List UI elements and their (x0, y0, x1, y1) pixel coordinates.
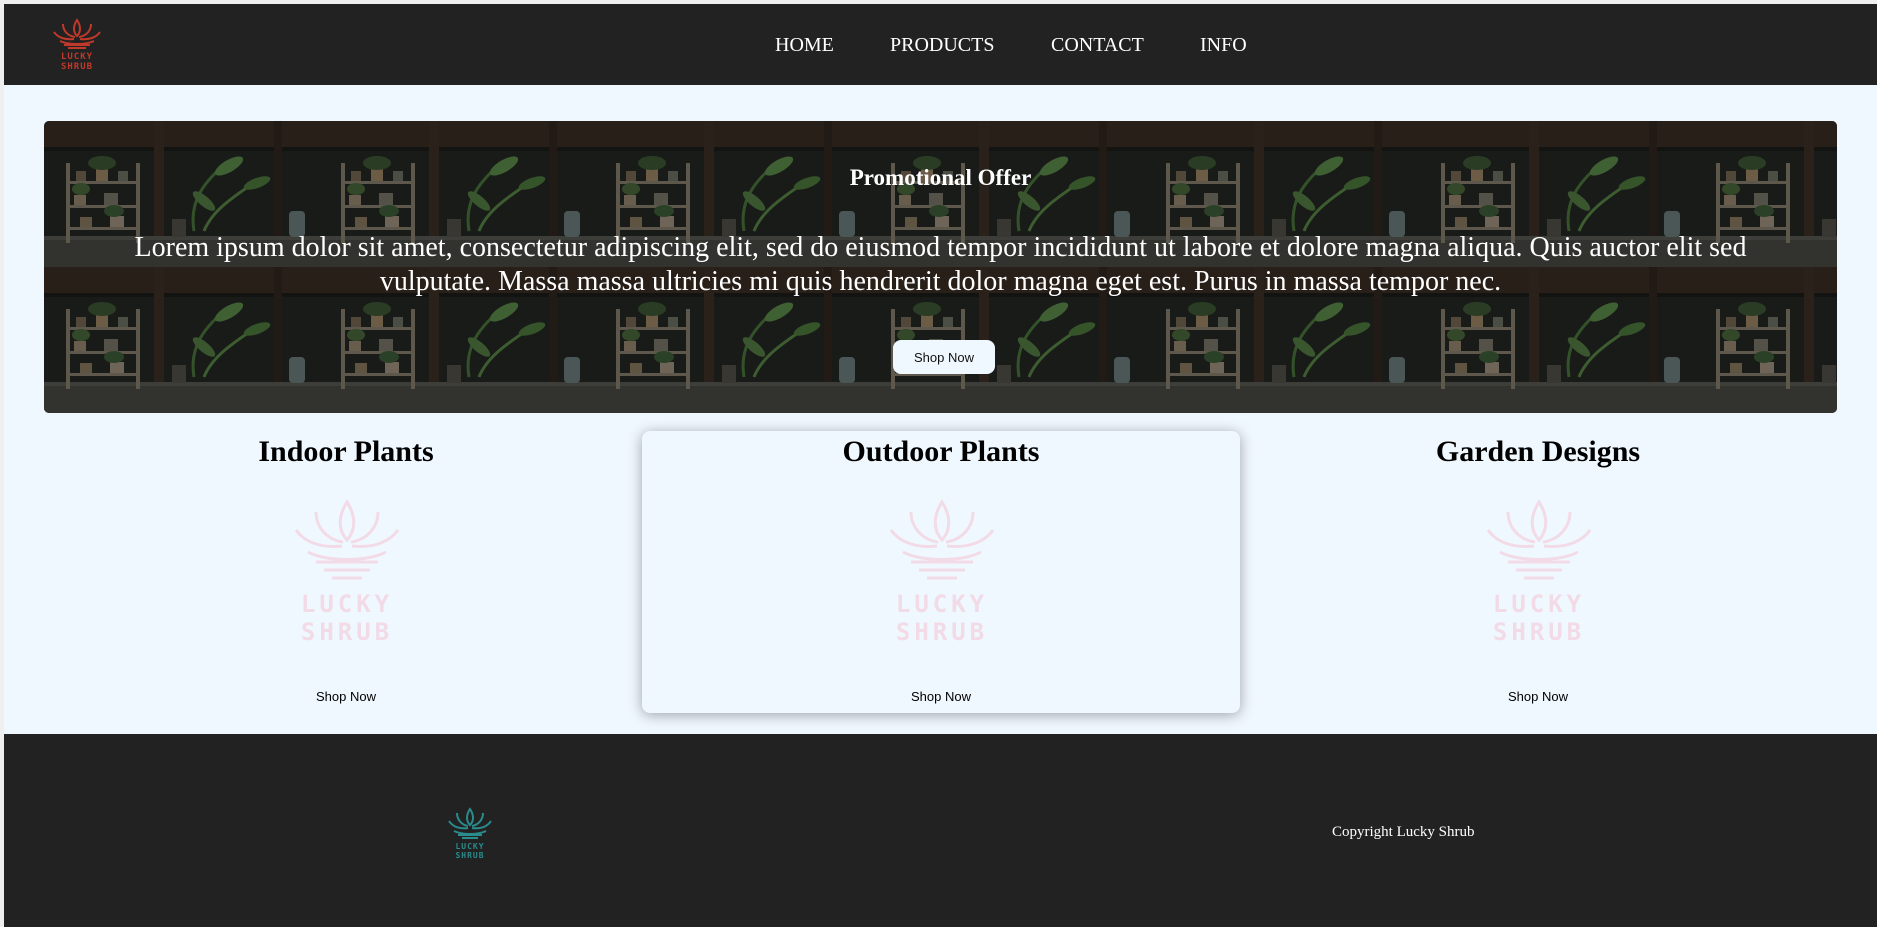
promo-banner: Promotional Offer Lorem ipsum dolor sit … (44, 121, 1837, 413)
promo-description: Lorem ipsum dolor sit amet, consectetur … (134, 232, 1747, 297)
indoor-shop-now-button[interactable]: Shop Now (47, 689, 645, 704)
watermark-word-lucky: LUCKY (1493, 590, 1585, 618)
footer-logo-word-shrub: SHRUB (455, 851, 484, 860)
lucky-shrub-watermark-logo: LUCKY SHRUB (294, 499, 400, 646)
main-nav: HOME PRODUCTS CONTACT INFO (4, 4, 1877, 85)
copyright-text: Copyright Lucky Shrub (1332, 824, 1475, 840)
watermark-word-lucky: LUCKY (896, 590, 988, 618)
outdoor-shop-now-button[interactable]: Shop Now (642, 689, 1240, 704)
watermark-word-lucky: LUCKY (301, 590, 393, 618)
site-header: LUCKY SHRUB HOME PRODUCTS CONTACT INFO (4, 4, 1877, 85)
category-title: Outdoor Plants (842, 435, 1040, 468)
garden-shop-now-button[interactable]: Shop Now (1239, 689, 1837, 704)
watermark-word-shrub: SHRUB (301, 618, 393, 646)
promo-title: Promotional Offer (849, 165, 1032, 190)
nav-home[interactable]: HOME (775, 34, 834, 57)
category-card-outdoor-plants[interactable]: Outdoor Plants LUCKY SHRUB Shop Now (642, 431, 1240, 713)
page: LUCKY SHRUB HOME PRODUCTS CONTACT INFO P… (4, 4, 1877, 927)
site-footer: LUCKY SHRUB Copyright Lucky Shrub (4, 734, 1877, 927)
promo-shop-now-button[interactable]: Shop Now (893, 340, 995, 374)
nav-products[interactable]: PRODUCTS (890, 34, 994, 57)
watermark-word-shrub: SHRUB (1493, 618, 1585, 646)
category-title: Garden Designs (1435, 435, 1641, 468)
footer-logo-word-lucky: LUCKY (455, 842, 484, 851)
lucky-shrub-watermark-logo: LUCKY SHRUB (1486, 499, 1592, 646)
lucky-shrub-footer-logo[interactable]: LUCKY SHRUB (444, 806, 496, 862)
category-title: Indoor Plants (258, 435, 434, 468)
category-card-indoor-plants[interactable]: Indoor Plants LUCKY SHRUB Shop Now (47, 431, 645, 713)
nav-info[interactable]: INFO (1200, 34, 1247, 57)
watermark-word-shrub: SHRUB (896, 618, 988, 646)
lucky-shrub-watermark-logo: LUCKY SHRUB (889, 499, 995, 646)
nav-contact[interactable]: CONTACT (1051, 34, 1144, 57)
category-card-garden-designs[interactable]: Garden Designs LUCKY SHRUB Shop Now (1239, 431, 1837, 713)
